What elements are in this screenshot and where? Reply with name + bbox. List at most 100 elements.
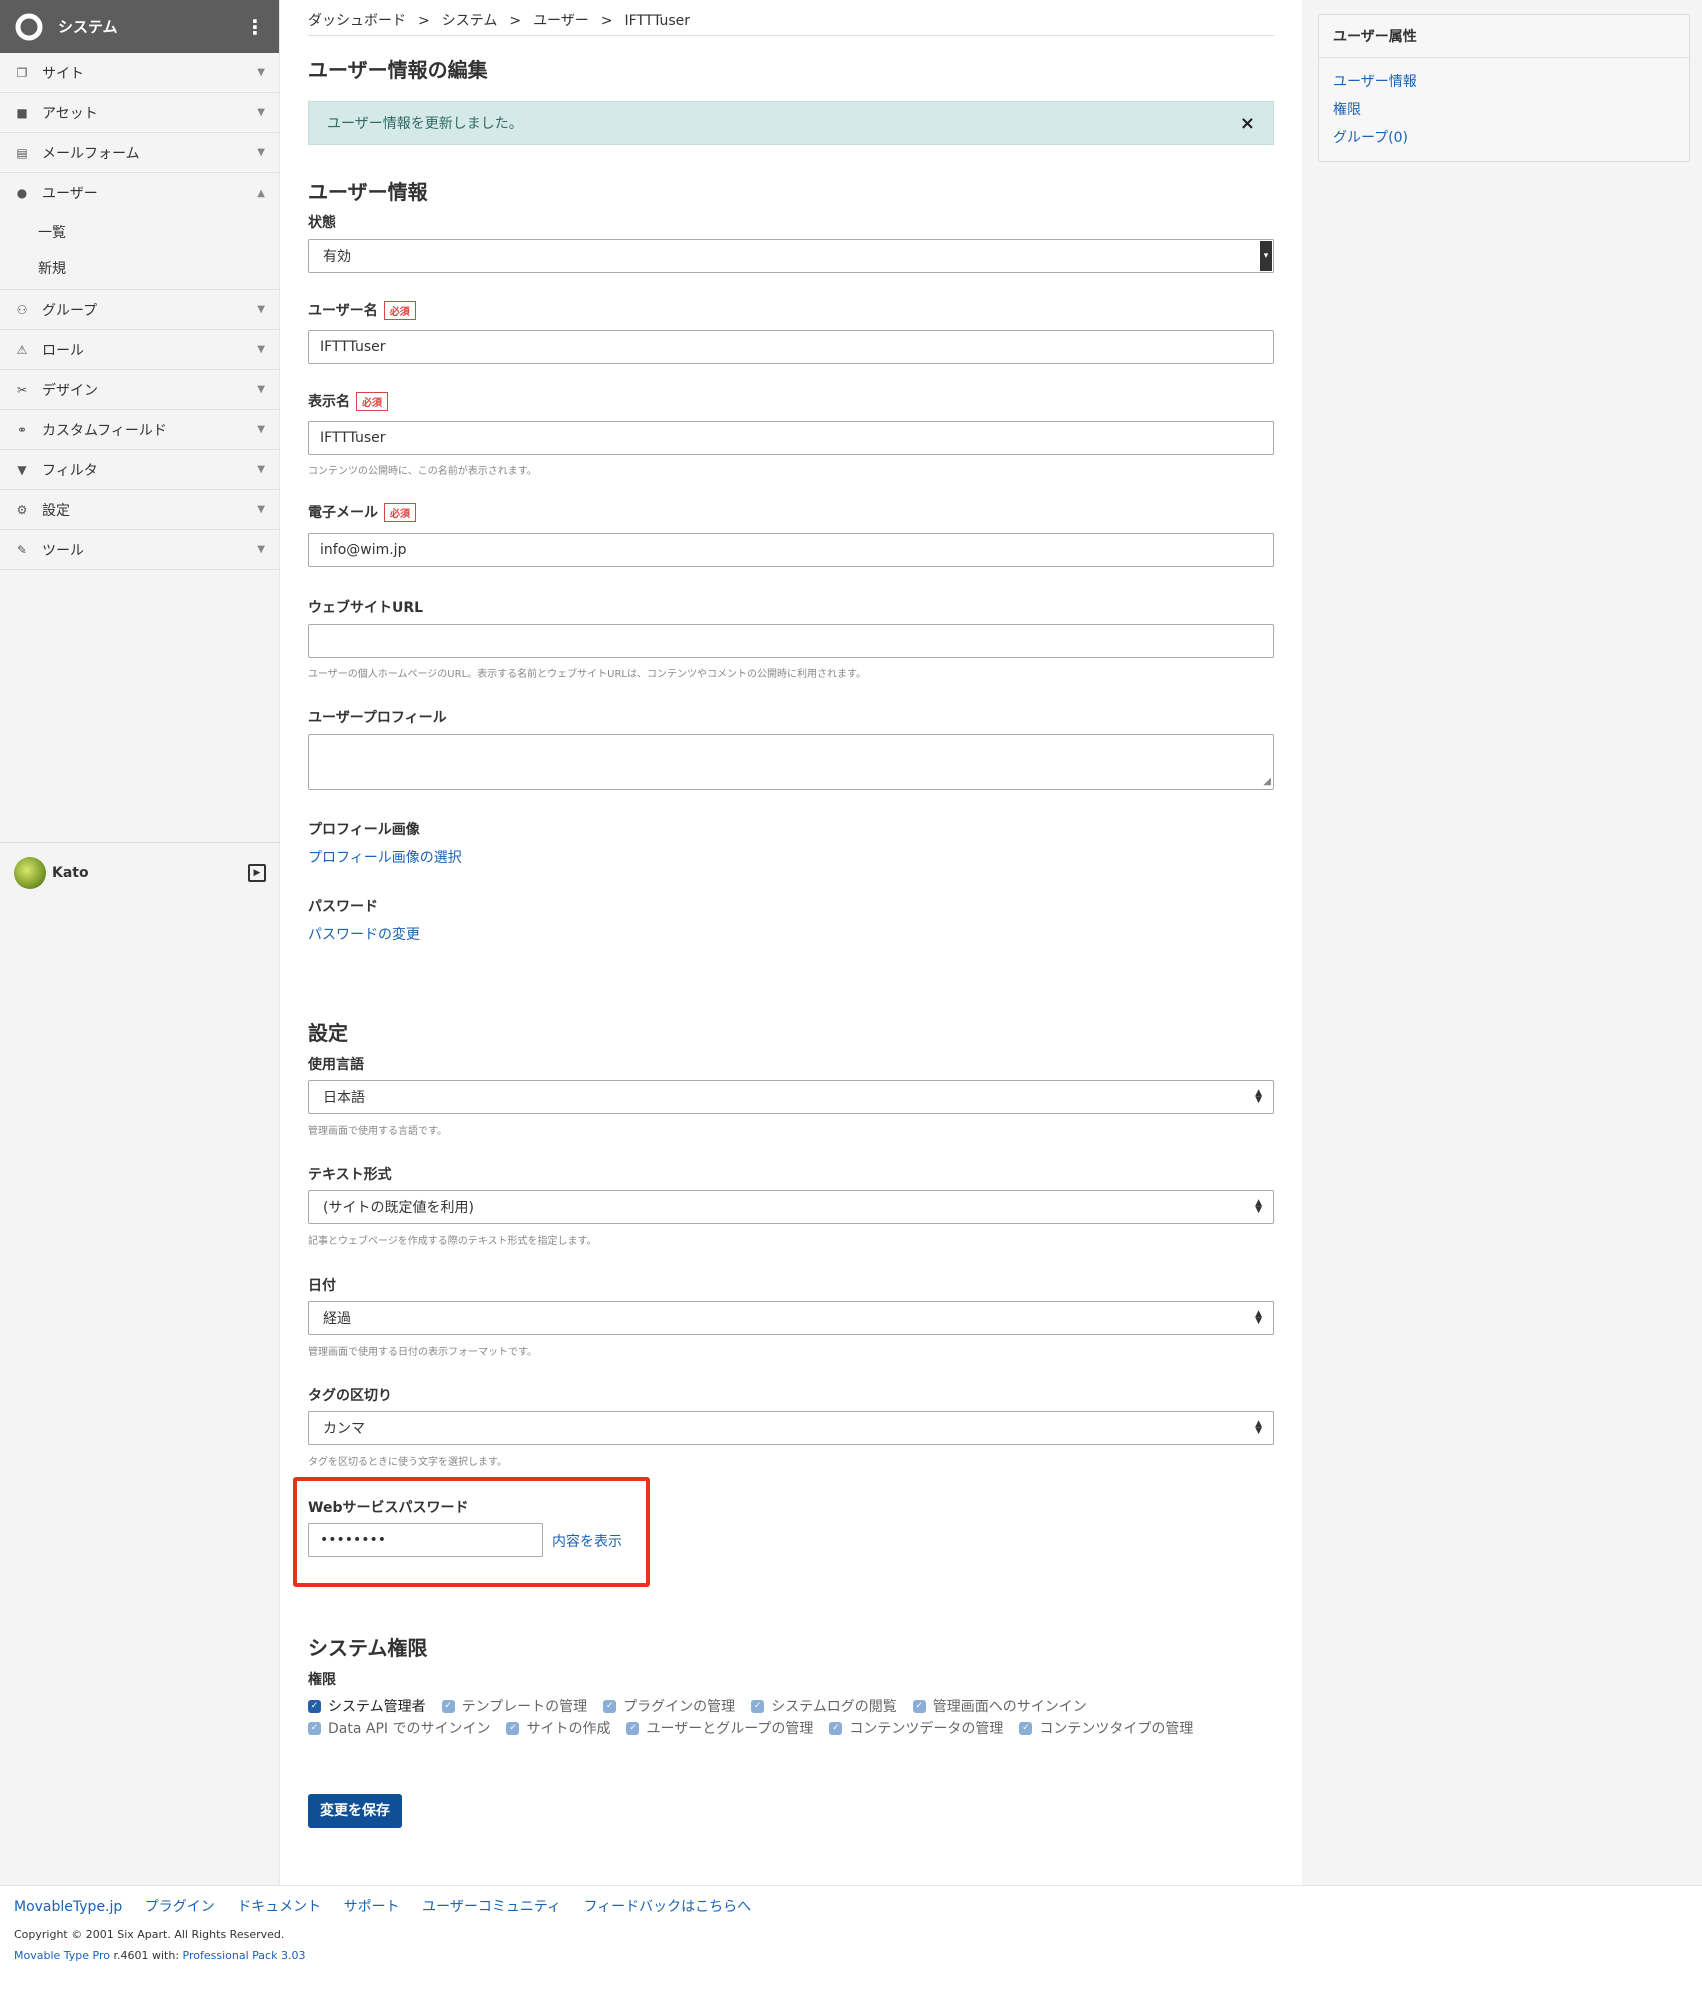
checkbox-checked-icon[interactable]: ✓	[308, 1699, 321, 1713]
footer-link-feedback[interactable]: フィードバックはこちらへ	[583, 1899, 751, 1915]
email-label-wrap: 電子メール 必須	[308, 502, 416, 522]
gear-icon: ⚙	[16, 502, 28, 517]
website-label: ウェブサイトURL	[308, 600, 424, 616]
checkbox-checked-icon[interactable]: ✓	[441, 1699, 455, 1713]
checkbox-checked-icon[interactable]: ✓	[603, 1699, 617, 1713]
alert-message: ユーザー情報を更新しました。	[327, 116, 523, 132]
perm-manage-content-types[interactable]: ✓ コンテンツタイプの管理	[1019, 1718, 1193, 1738]
footer-link-community[interactable]: ユーザーコミュニティ	[422, 1899, 561, 1915]
website-url-input[interactable]	[308, 624, 1274, 658]
sidebar-item-user[interactable]: ● ユーザー ▲	[0, 173, 279, 213]
perm-sign-in-data-api[interactable]: ✓ Data API でのサインイン	[308, 1718, 490, 1738]
avatar[interactable]	[14, 856, 46, 889]
show-password-link[interactable]: 内容を表示	[552, 1534, 622, 1550]
checkbox-checked-icon[interactable]: ✓	[912, 1699, 926, 1713]
email-label: 電子メール	[308, 505, 378, 521]
date-format-select[interactable]: 経過 ▲ ▼	[308, 1301, 1274, 1335]
sidebar-subitem-list[interactable]: 一覧	[0, 215, 279, 251]
customfield-icon: ⚭	[16, 422, 28, 437]
text-format-select[interactable]: (サイトの既定値を利用) ▲ ▼	[308, 1190, 1274, 1224]
required-badge: 必須	[383, 300, 416, 320]
version-product-link[interactable]: Movable Type Pro	[14, 1949, 110, 1962]
ws-password-label: Webサービスパスワード	[308, 1500, 469, 1516]
checkbox-checked-icon[interactable]: ✓	[308, 1721, 321, 1735]
dropdown-arrow-icon: ▾	[1260, 241, 1272, 271]
asset-icon: ■	[16, 105, 28, 120]
sidebar-item-mailform[interactable]: ▤ メールフォーム ▼	[0, 133, 279, 173]
chevron-down-icon: ▼	[257, 147, 265, 158]
perm-system-admin[interactable]: ✓ システム管理者	[308, 1696, 426, 1716]
sidebar-item-label: フィルタ	[42, 462, 98, 479]
chevron-up-icon: ▲	[257, 187, 265, 199]
panel-link-permissions[interactable]: 権限	[1319, 96, 1689, 124]
chevron-down-icon: ▼	[257, 344, 265, 355]
email-input[interactable]: info@wim.jp	[308, 533, 1274, 567]
perm-manage-content-data[interactable]: ✓ コンテンツデータの管理	[829, 1718, 1003, 1738]
checkbox-checked-icon[interactable]: ✓	[1019, 1721, 1033, 1735]
footer-link-plugins[interactable]: プラグイン	[145, 1899, 215, 1915]
tag-delimiter-label: タグの区切り	[308, 1388, 392, 1404]
sidebar-title[interactable]: システム	[58, 16, 245, 37]
copyright: Copyright © 2001 Six Apart. All Rights R…	[14, 1928, 285, 1941]
tag-delimiter-select[interactable]: カンマ ▲ ▼	[308, 1411, 1274, 1445]
chevron-down-icon: ▼	[257, 384, 265, 395]
checkbox-checked-icon[interactable]: ✓	[751, 1699, 765, 1713]
signout-icon[interactable]: ▶	[248, 863, 266, 882]
current-user: Kato ▶	[0, 842, 280, 902]
user-submenu: 一覧 新規	[0, 213, 279, 290]
language-value: 日本語	[323, 1090, 365, 1106]
perm-manage-users-groups[interactable]: ✓ ユーザーとグループの管理	[626, 1718, 813, 1738]
perm-label: 管理画面へのサインイン	[932, 1699, 1087, 1715]
sidebar-item-site[interactable]: ❐ サイト ▼	[0, 53, 279, 93]
kebab-menu-icon[interactable]: ⋮	[245, 15, 265, 39]
permissions-label: 権限	[308, 1672, 336, 1688]
status-select[interactable]: 有効 ▾	[308, 239, 1274, 273]
display-name-label: 表示名	[308, 394, 350, 410]
sidebar-item-filter[interactable]: ▼ フィルタ ▼	[0, 450, 279, 490]
sidebar-item-role[interactable]: ⚠ ロール ▼	[0, 330, 279, 370]
version-pack-link[interactable]: Professional Pack 3.03	[183, 1949, 306, 1962]
perm-manage-plugins[interactable]: ✓ プラグインの管理	[603, 1696, 735, 1716]
checkbox-checked-icon[interactable]: ✓	[506, 1721, 520, 1735]
checkbox-checked-icon[interactable]: ✓	[829, 1721, 843, 1735]
sidebar-item-customfield[interactable]: ⚭ カスタムフィールド ▼	[0, 410, 279, 450]
sidebar-item-settings[interactable]: ⚙ 設定 ▼	[0, 490, 279, 530]
resize-grip-icon[interactable]: ◢	[1263, 776, 1271, 787]
sidebar-item-design[interactable]: ✂ デザイン ▼	[0, 370, 279, 410]
breadcrumb-dashboard[interactable]: ダッシュボード	[308, 13, 406, 29]
profile-image-label: プロフィール画像	[308, 822, 420, 838]
display-name-input[interactable]: IFTTTuser	[308, 421, 1274, 455]
perm-create-site[interactable]: ✓ サイトの作成	[506, 1718, 610, 1738]
panel-link-user-info[interactable]: ユーザー情報	[1319, 68, 1689, 96]
language-select[interactable]: 日本語 ▲ ▼	[308, 1080, 1274, 1114]
footer-link-movabletype[interactable]: MovableType.jp	[14, 1899, 122, 1915]
updown-arrow-icon: ▲ ▼	[1255, 1419, 1262, 1436]
permissions-row: ✓ Data API でのサインイン ✓ サイトの作成 ✓ ユーザーとグループの管理 …	[308, 1717, 1209, 1739]
select-profile-image-link[interactable]: プロフィール画像の選択	[308, 850, 462, 866]
sidebar-item-asset[interactable]: ■ アセット ▼	[0, 93, 279, 133]
perm-view-system-log[interactable]: ✓ システムログの閲覧	[751, 1696, 897, 1716]
perm-label: テンプレートの管理	[461, 1699, 588, 1715]
perm-sign-in-cms[interactable]: ✓ 管理画面へのサインイン	[912, 1696, 1087, 1716]
username-input[interactable]: IFTTTuser	[308, 330, 1274, 364]
footer-link-support[interactable]: サポート	[344, 1899, 400, 1915]
breadcrumb-users[interactable]: ユーザー	[533, 13, 589, 29]
movabletype-logo-icon[interactable]	[14, 12, 44, 42]
footer-link-docs[interactable]: ドキュメント	[237, 1899, 321, 1915]
breadcrumb-system[interactable]: システム	[442, 13, 498, 29]
checkbox-checked-icon[interactable]: ✓	[626, 1721, 640, 1735]
sidebar-subitem-new[interactable]: 新規	[0, 251, 279, 287]
breadcrumb-separator: >	[600, 13, 613, 29]
perm-label: システム管理者	[328, 1699, 426, 1715]
change-password-link[interactable]: パスワードの変更	[308, 927, 420, 943]
sidebar-item-group[interactable]: ⚇ グループ ▼	[0, 290, 279, 330]
panel-link-groups[interactable]: グループ(0)	[1319, 124, 1689, 152]
current-user-name[interactable]: Kato	[52, 865, 248, 881]
sidebar-header: システム ⋮	[0, 0, 279, 53]
profile-textarea[interactable]: ◢	[308, 734, 1274, 790]
save-changes-button[interactable]: 変更を保存	[308, 1794, 402, 1828]
sidebar-item-tools[interactable]: ✎ ツール ▼	[0, 530, 279, 570]
perm-manage-templates[interactable]: ✓ テンプレートの管理	[441, 1696, 588, 1716]
ws-password-input[interactable]: ••••••••	[308, 1523, 543, 1557]
close-icon[interactable]: ×	[1240, 113, 1255, 134]
